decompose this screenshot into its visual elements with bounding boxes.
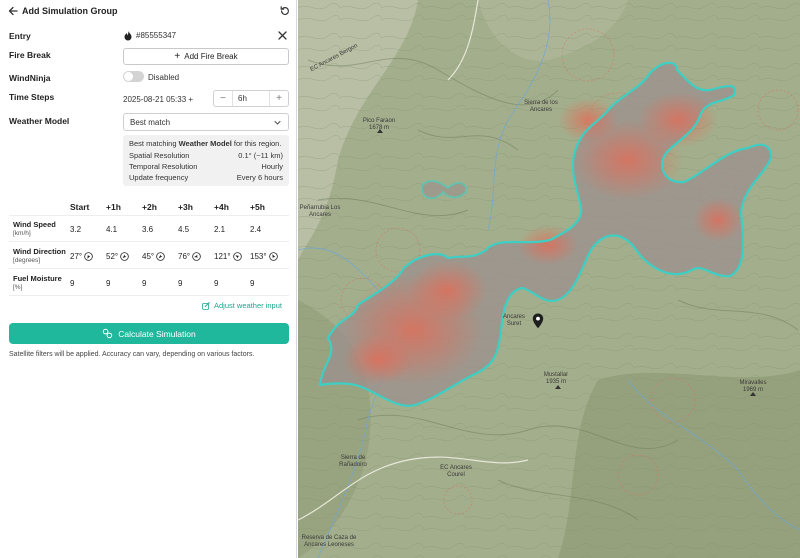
simulation-icon [103,328,113,339]
chevron-down-icon [274,120,281,125]
weather-model-select[interactable]: Best match [123,113,289,131]
column-header: +5h [250,202,265,212]
fuel-moisture-cell[interactable]: 9 [106,279,110,288]
toggle-knob [124,72,133,81]
wind-speed-cell[interactable]: 4.1 [106,225,117,234]
fuel-moisture-cell[interactable]: 9 [250,279,254,288]
wind-speed-cell[interactable]: 3.2 [70,225,81,234]
map-label: Mustallar 1935 m [543,372,569,385]
terrain-map[interactable] [298,0,800,558]
wind-speed-cell[interactable]: 3.6 [142,225,153,234]
map-label: Reserva de Caza de Ancares Leoneses [301,535,357,548]
windninja-toggle[interactable] [123,71,144,82]
windninja-label: WindNinja [9,73,51,83]
wind-speed-cell[interactable]: 2.1 [214,225,225,234]
wind-direction-icon [192,252,201,261]
wind-direction-cell[interactable]: 76° [178,252,201,261]
map-label: Miravalles 1969 m [739,380,767,393]
map-label: EC Ancares Courel [440,465,472,478]
wind-direction-icon [232,252,242,261]
time-steps-datetime[interactable]: 2025-08-21 05:33 + [123,95,193,104]
decrement-button[interactable]: − [214,91,233,106]
wind-direction-icon [84,252,93,261]
column-header: +1h [106,202,121,212]
back-arrow-icon[interactable] [7,5,19,17]
wind-direction-cell[interactable]: 27° [70,252,93,261]
column-header: Start [70,202,90,212]
table-divider [9,295,289,296]
table-divider [9,215,289,216]
fire-break-label: Fire Break [9,50,51,60]
table-divider [9,241,289,242]
flame-icon [124,30,132,41]
add-fire-break-button[interactable]: + Add Fire Break [123,48,289,65]
fuel-moisture-label: Fuel Moisture [%] [13,274,62,291]
weather-model-selected: Best match [130,118,171,127]
map-view[interactable]: EC Ancares Bergon Pico Faraon 1678 m Sie… [298,0,800,558]
calculate-simulation-button[interactable]: Calculate Simulation [9,323,289,344]
panel-header: Add Simulation Group [0,0,297,24]
adjust-weather-link[interactable]: Adjust weather input [202,301,282,310]
time-steps-label: Time Steps [9,92,55,102]
increment-button[interactable]: + [269,91,288,106]
accuracy-note: Satellite filters will be applied. Accur… [9,351,255,358]
map-label: Sierra de los Ancares [524,100,558,113]
location-pin-icon[interactable] [532,313,544,329]
wind-direction-cell[interactable]: 153° [250,252,278,261]
wind-direction-cell[interactable]: 45° [142,252,165,261]
wind-direction-icon [156,252,165,261]
weather-model-info: Best matching Weather Model for this reg… [123,135,289,186]
map-label: Peñarrubia Los Ancares [299,205,341,218]
wind-direction-label: Wind Direction [degrees] [13,247,66,264]
weather-model-info-title: Best matching Weather Model for this reg… [129,139,282,148]
map-label: Ancares Suret [502,314,525,327]
adjust-weather-label: Adjust weather input [214,301,282,310]
fuel-moisture-cell[interactable]: 9 [178,279,182,288]
table-divider [9,268,289,269]
wind-speed-label: Wind Speed [km/h] [13,220,56,237]
wind-direction-icon [120,252,129,261]
wind-speed-cell[interactable]: 2.4 [250,225,261,234]
wind-direction-icon [268,252,278,261]
close-icon[interactable] [277,30,288,41]
wind-direction-cell[interactable]: 52° [106,252,129,261]
time-step-value[interactable]: 6h [238,94,247,103]
map-label: Pico Faraon 1678 m [362,118,396,131]
entry-label: Entry [9,31,31,41]
page-title: Add Simulation Group [22,6,118,16]
weather-model-label: Weather Model [9,116,70,126]
edit-icon [202,301,210,310]
column-header: +4h [214,202,229,212]
wind-direction-cell[interactable]: 121° [214,252,242,261]
column-header: +3h [178,202,193,212]
windninja-state: Disabled [148,73,180,82]
simulation-panel: Add Simulation Group Entry #85555347 Fir… [0,0,297,558]
fuel-moisture-cell[interactable]: 9 [142,279,146,288]
time-step-stepper: − 6h + [213,90,289,107]
wind-speed-cell[interactable]: 4.5 [178,225,189,234]
calculate-simulation-label: Calculate Simulation [118,328,196,339]
add-fire-break-label: Add Fire Break [184,52,238,61]
plus-icon: + [174,50,181,62]
entry-id: #85555347 [136,31,177,40]
reset-icon[interactable] [279,5,291,17]
map-label: Sierra de Rañadoiro [339,455,367,468]
fuel-moisture-cell[interactable]: 9 [214,279,218,288]
column-header: +2h [142,202,157,212]
fuel-moisture-cell[interactable]: 9 [70,279,74,288]
